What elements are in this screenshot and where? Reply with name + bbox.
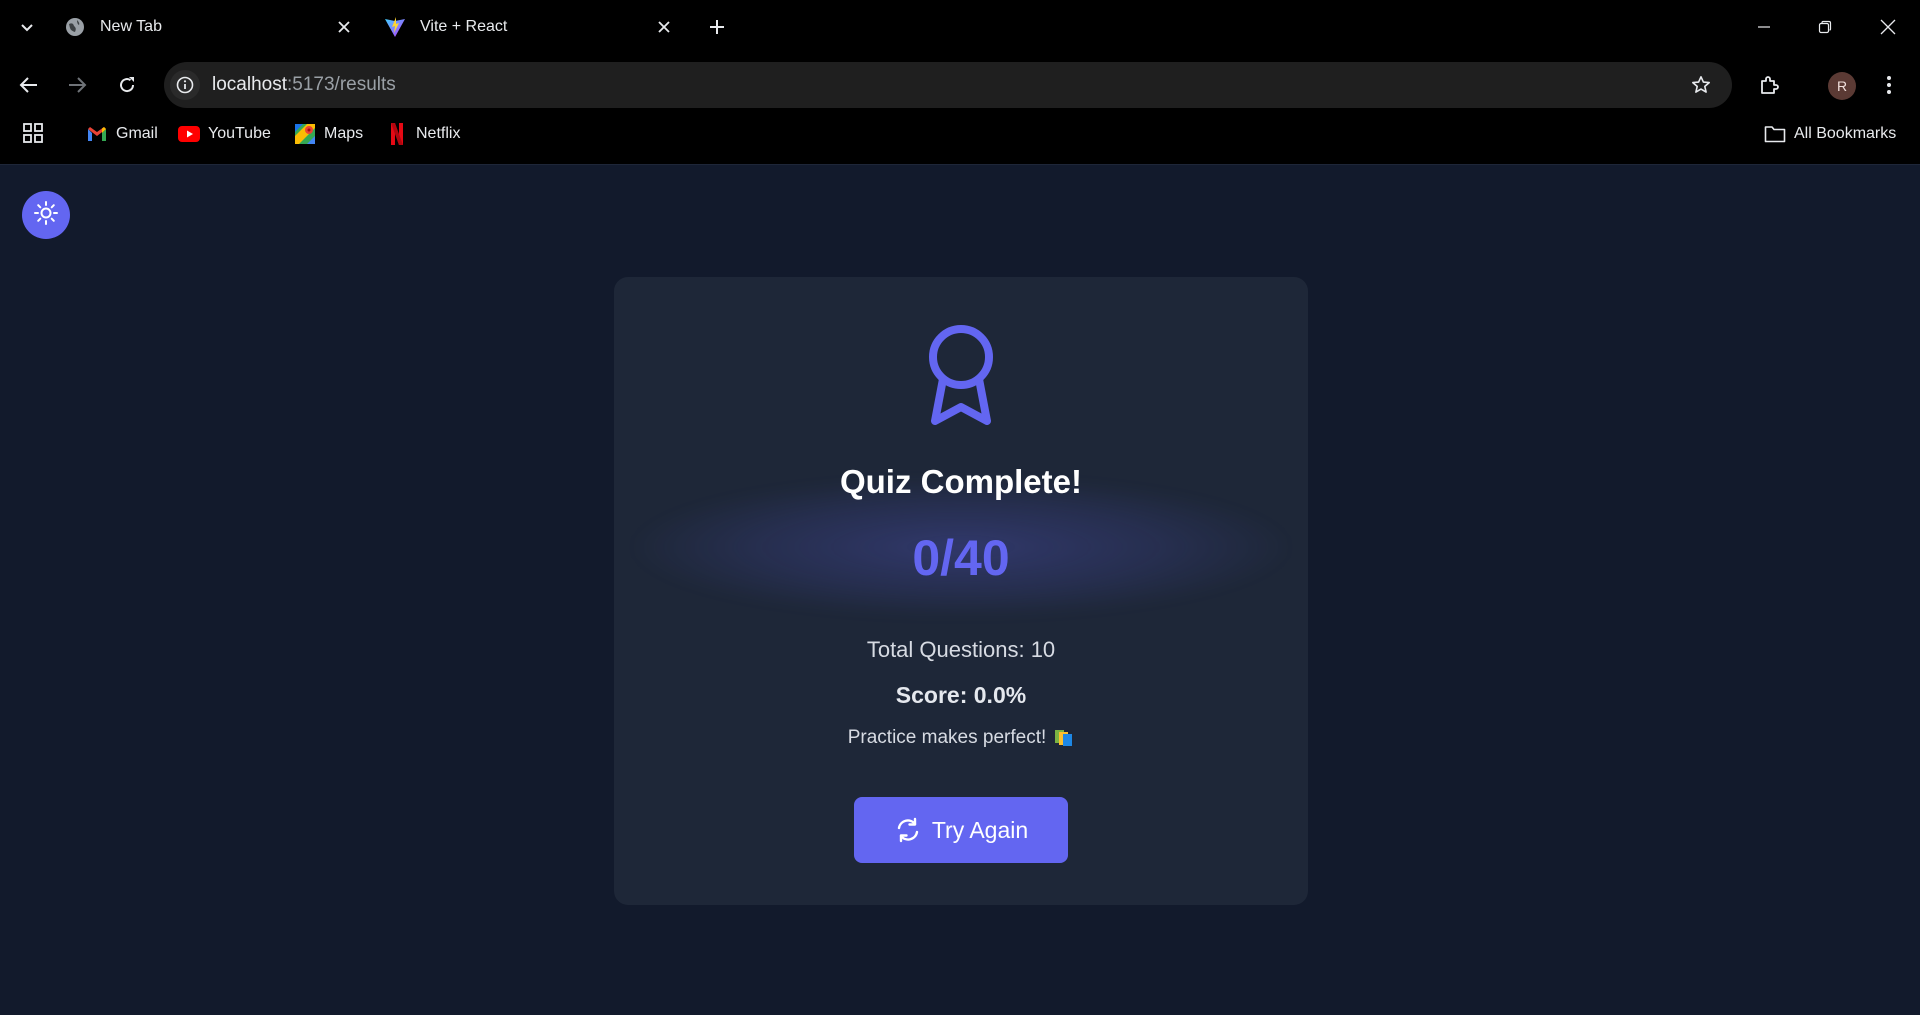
bookmark-youtube[interactable]: YouTube (178, 120, 271, 148)
globe-icon (64, 16, 86, 38)
window-close-icon[interactable] (1866, 10, 1910, 44)
bookmark-netflix[interactable]: Netflix (386, 120, 460, 148)
try-again-label: Try Again (931, 816, 1029, 843)
kebab-menu-icon[interactable] (1874, 70, 1904, 100)
forward-arrow-icon[interactable] (58, 66, 96, 104)
message-text: Practice makes perfect! (847, 727, 1047, 748)
encouragement-message: Practice makes perfect! (614, 727, 1308, 749)
score-display: 0/40 (912, 530, 1010, 586)
site-info-icon[interactable] (170, 70, 200, 100)
bookmark-gmail[interactable]: Gmail (86, 120, 158, 148)
bookmark-label: Maps (324, 125, 364, 142)
profile-avatar[interactable]: R (1828, 72, 1856, 100)
reload-icon[interactable] (108, 66, 146, 104)
tab-search-chevron-down-icon[interactable] (12, 12, 42, 42)
bookmark-label: YouTube (208, 125, 271, 142)
folder-icon (1764, 123, 1786, 145)
minimize-icon[interactable] (1742, 10, 1786, 44)
tab-close-icon[interactable] (650, 13, 678, 41)
gmail-icon (86, 123, 108, 145)
tab-new-tab[interactable]: New Tab (56, 8, 366, 46)
browser-chrome: New Tab Vite + React localhost:5173/resu… (0, 0, 1920, 164)
try-again-button[interactable]: Try Again (854, 797, 1068, 863)
apps-grid-icon[interactable] (22, 122, 46, 146)
books-emoji-icon (1054, 729, 1074, 747)
address-bar[interactable]: localhost:5173/results (164, 62, 1732, 108)
award-icon (921, 321, 1001, 425)
back-arrow-icon[interactable] (10, 66, 48, 104)
youtube-icon (178, 123, 200, 145)
total-questions: Total Questions: 10 (866, 637, 1056, 662)
maps-icon (294, 123, 316, 145)
tab-title: Vite + React (420, 18, 508, 35)
results-card: Quiz Complete! 0/40 Total Questions: 10 … (614, 277, 1308, 905)
tab-close-icon[interactable] (330, 13, 358, 41)
vite-icon (384, 16, 406, 38)
all-bookmarks-label: All Bookmarks (1794, 125, 1897, 142)
new-tab-plus-icon[interactable] (702, 12, 732, 42)
refresh-icon (894, 816, 922, 844)
score-percent: Score: 0.0% (895, 682, 1027, 708)
theme-toggle-button[interactable] (22, 191, 70, 239)
tab-vite-react[interactable]: Vite + React (376, 8, 686, 46)
extensions-puzzle-icon[interactable] (1750, 66, 1788, 104)
bookmarks-bar: Gmail YouTube Maps Netflix All Bookmarks (0, 116, 1920, 152)
tab-strip: New Tab Vite + React (0, 0, 1920, 54)
browser-toolbar: localhost:5173/results R (0, 58, 1920, 112)
bookmark-label: Netflix (416, 125, 461, 142)
netflix-icon (386, 123, 408, 145)
bookmark-label: Gmail (116, 125, 158, 142)
url-host: localhost (212, 74, 287, 95)
results-title: Quiz Complete! (839, 463, 1082, 500)
bookmark-star-icon[interactable] (1686, 70, 1716, 100)
url-path: :5173/results (287, 74, 396, 95)
page-content: Quiz Complete! 0/40 Total Questions: 10 … (0, 164, 1920, 1015)
sun-icon (33, 200, 59, 231)
bookmark-maps[interactable]: Maps (294, 120, 363, 148)
url-text: localhost:5173/results (212, 74, 396, 96)
restore-icon[interactable] (1803, 10, 1847, 44)
tab-title: New Tab (100, 18, 162, 35)
all-bookmarks[interactable]: All Bookmarks (1764, 120, 1896, 148)
